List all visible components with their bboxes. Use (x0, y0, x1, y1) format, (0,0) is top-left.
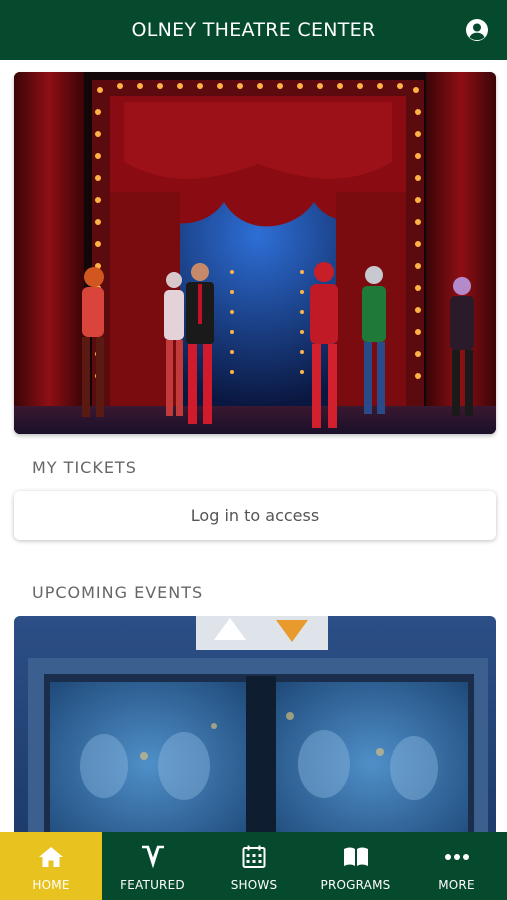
nav-featured[interactable]: FEATURED (102, 832, 203, 900)
login-button-label: Log in to access (190, 506, 320, 525)
login-button[interactable]: Log in to access (14, 491, 496, 540)
event-card[interactable] (14, 616, 496, 846)
event-poster-photo (14, 616, 496, 846)
hero-image[interactable] (14, 72, 496, 434)
calendar-icon (241, 844, 267, 870)
app-title: OLNEY THEATRE CENTER (131, 19, 376, 41)
nav-home-label: HOME (32, 878, 70, 892)
nav-home[interactable]: HOME (0, 832, 102, 900)
account-circle-icon (466, 19, 488, 41)
nav-shows[interactable]: SHOWS (203, 832, 305, 900)
book-icon (343, 844, 369, 870)
app-header: OLNEY THEATRE CENTER (0, 0, 507, 60)
stage-performance-photo (14, 72, 496, 434)
nav-shows-label: SHOWS (230, 878, 278, 892)
nav-programs-label: PROGRAMS (320, 878, 391, 892)
featured-v-icon (140, 844, 166, 870)
more-dots-icon (444, 844, 470, 870)
nav-programs[interactable]: PROGRAMS (305, 832, 406, 900)
nav-more-label: MORE (438, 878, 475, 892)
nav-more[interactable]: MORE (406, 832, 507, 900)
upcoming-events-heading: UPCOMING EVENTS (32, 583, 204, 602)
bottom-nav: HOME FEATURED SHOWS PROGRAMS MORE (0, 832, 507, 900)
home-icon (38, 844, 64, 870)
nav-featured-label: FEATURED (120, 878, 185, 892)
account-button[interactable] (465, 18, 489, 42)
my-tickets-heading: MY TICKETS (32, 458, 137, 477)
